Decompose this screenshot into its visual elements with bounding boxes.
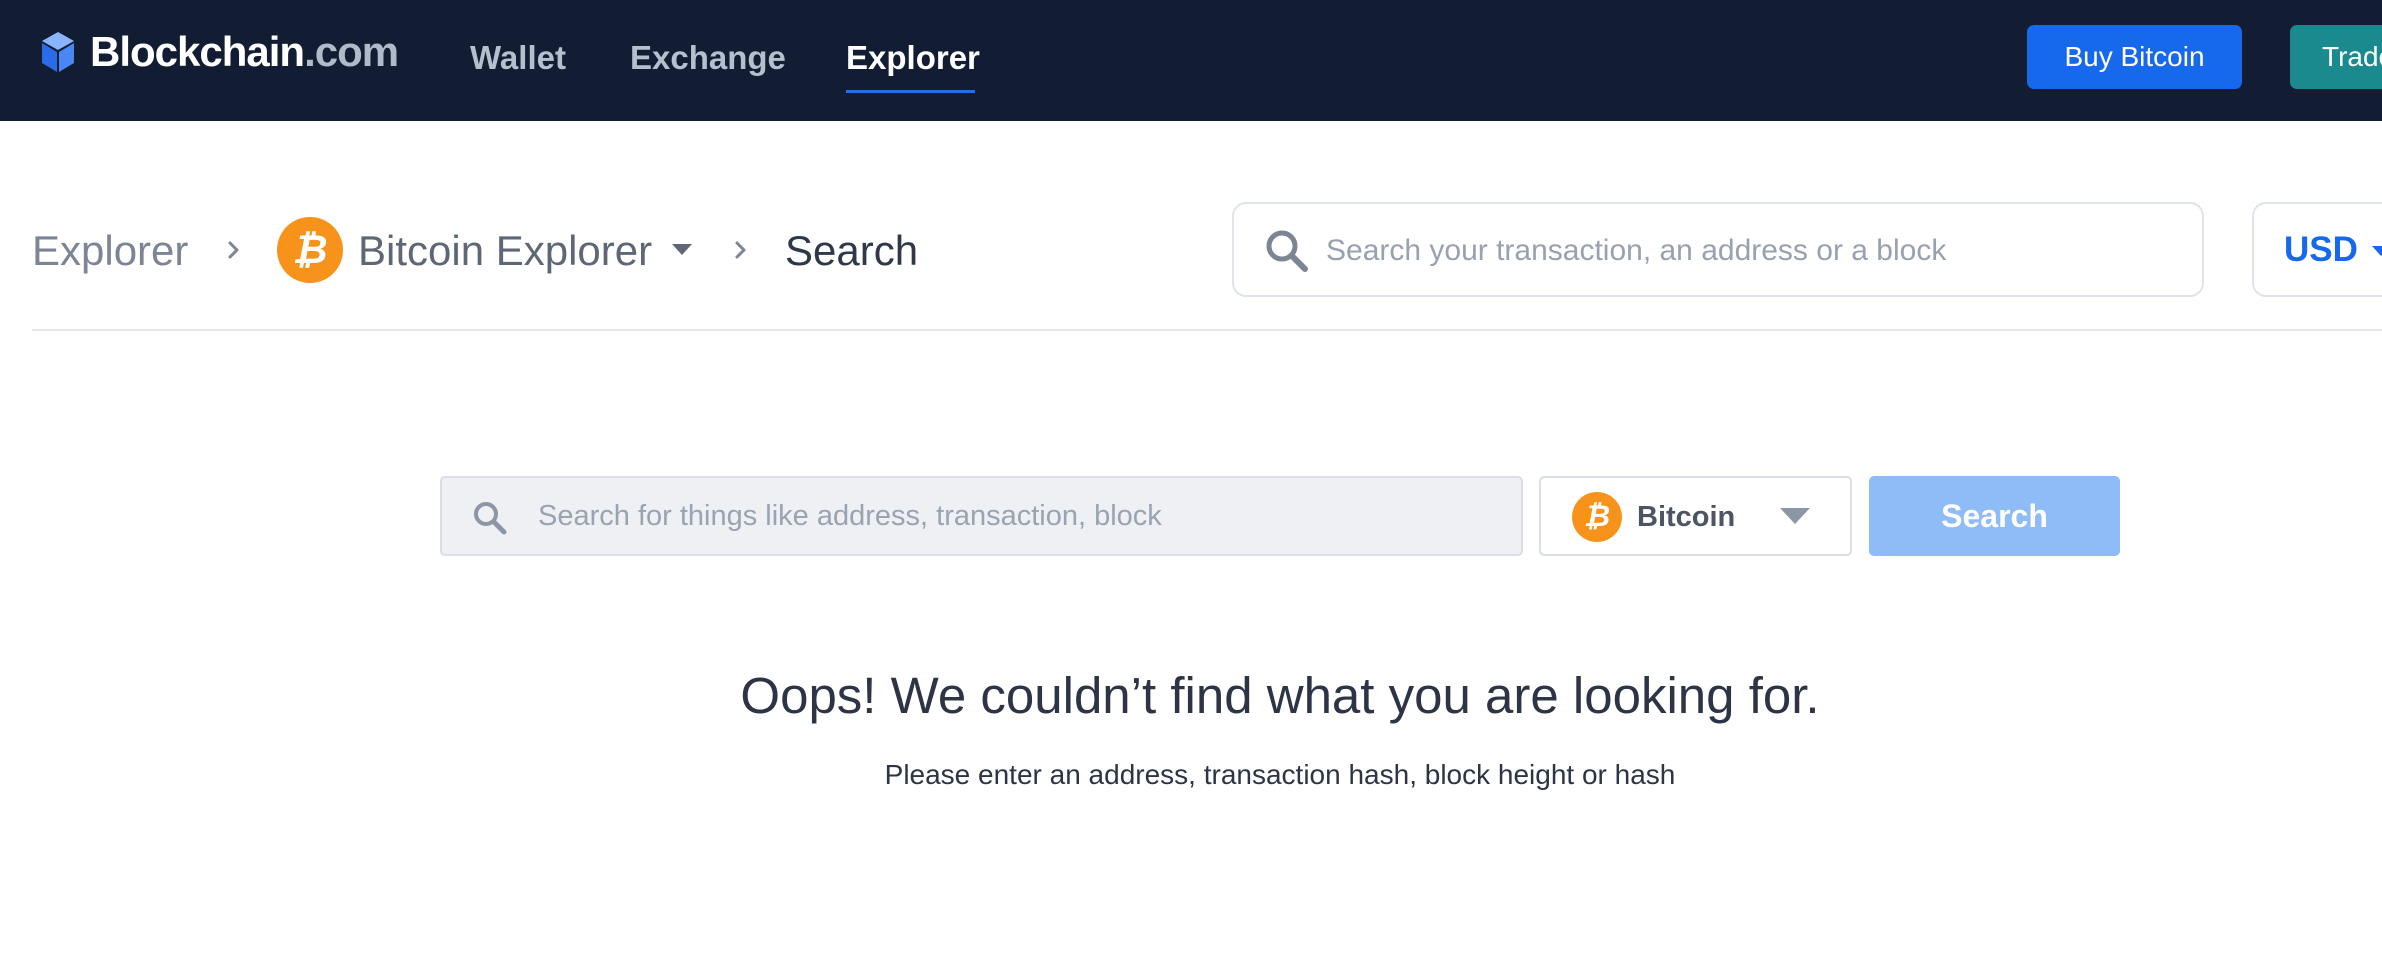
chevron-right-icon	[735, 241, 746, 259]
nav-explorer[interactable]: Explorer	[846, 38, 980, 78]
bitcoin-glyph: ₿	[292, 228, 328, 272]
not-found-title: Oops! We couldn’t find what you are look…	[740, 667, 1820, 724]
nav-active-indicator	[846, 90, 975, 93]
asset-label: Bitcoin	[1637, 501, 1736, 533]
bitcoin-icon: ₿	[1572, 492, 1622, 542]
top-navigation-bar: Blockchain.com Wallet Exchange Explorer …	[0, 0, 2382, 121]
caret-down-icon[interactable]	[672, 244, 692, 255]
currency-label: USD	[2284, 230, 2358, 269]
main-search-input[interactable]	[538, 496, 1498, 536]
breadcrumb-bitcoin-explorer-dropdown[interactable]: Bitcoin Explorer	[358, 226, 652, 276]
header-search-box[interactable]	[1232, 202, 2204, 297]
buy-bitcoin-button[interactable]: Buy Bitcoin	[2027, 25, 2242, 89]
breadcrumb-explorer-link[interactable]: Explorer	[32, 226, 188, 276]
brand-wordmark: Blockchain.com	[90, 28, 399, 75]
trade-button[interactable]: Trade	[2290, 25, 2382, 89]
chevron-right-icon	[228, 241, 239, 259]
search-icon	[1266, 230, 1308, 272]
bitcoin-glyph: ₿	[1583, 500, 1611, 533]
caret-down-icon	[1780, 508, 1810, 524]
breadcrumb-current: Search	[785, 227, 919, 274]
search-icon	[474, 502, 507, 535]
not-found-subtitle: Please enter an address, transaction has…	[884, 759, 1676, 790]
search-button[interactable]: Search	[1869, 476, 2120, 556]
caret-down-icon	[2372, 246, 2382, 256]
main-search-box[interactable]	[440, 476, 1523, 556]
nav-exchange[interactable]: Exchange	[630, 38, 786, 78]
section-divider	[32, 329, 2382, 331]
brand-name: Blockchain	[90, 28, 305, 75]
bitcoin-icon: ₿	[277, 217, 343, 283]
header-search-input[interactable]	[1326, 230, 2166, 272]
asset-selector-dropdown[interactable]: ₿ Bitcoin	[1539, 476, 1852, 556]
brand-tld: .com	[304, 28, 399, 75]
brand-logo-link[interactable]: Blockchain.com	[38, 28, 399, 76]
nav-wallet[interactable]: Wallet	[470, 38, 566, 78]
currency-selector[interactable]: USD	[2252, 202, 2382, 297]
blockchain-cube-icon	[42, 32, 74, 72]
